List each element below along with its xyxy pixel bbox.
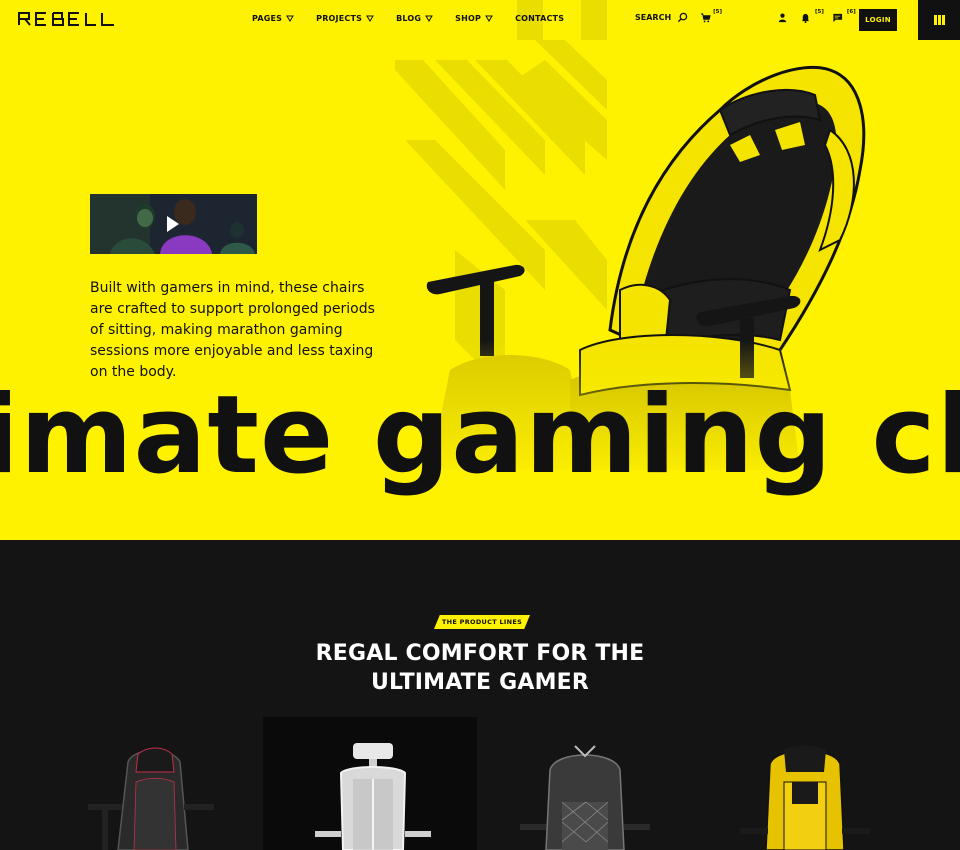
main-nav: PAGES PROJECTS BLOG SHOP CONTACTS (252, 14, 564, 23)
product-card[interactable] (700, 717, 910, 850)
section-tag: THE PRODUCT LINES (434, 615, 530, 629)
chevron-down-icon (366, 15, 374, 22)
grid-menu-icon (933, 15, 945, 25)
bell-icon[interactable] (800, 12, 811, 23)
product-image-yellow-chair (740, 745, 870, 850)
site-header: PAGES PROJECTS BLOG SHOP CONTACTS SEARCH (0, 0, 960, 40)
product-image-black-red-chair (88, 747, 214, 850)
hero-description: Built with gamers in mind, these chairs … (90, 280, 375, 380)
login-button[interactable]: LOGIN (859, 9, 897, 31)
chevron-down-icon (425, 15, 434, 22)
user-icon[interactable] (777, 12, 788, 23)
messages-count: [6] (846, 8, 856, 15)
search-button[interactable]: SEARCH (635, 13, 671, 22)
nav-item-blog[interactable]: BLOG (396, 14, 434, 23)
product-lines-section: THE PRODUCT LINES REGAL COMFORT FOR THE … (0, 540, 960, 850)
search-icon[interactable] (677, 12, 688, 23)
notifications-count: [5] (815, 8, 824, 15)
chevron-down-icon (485, 15, 493, 22)
nav-item-contacts[interactable]: CONTACTS (515, 14, 564, 23)
chat-icon[interactable] (832, 12, 843, 23)
nav-item-projects[interactable]: PROJECTS (316, 14, 374, 23)
product-image-white-mesh-chair (315, 743, 431, 850)
menu-button[interactable] (918, 0, 960, 40)
section-title: REGAL COMFORT FOR THE ULTIMATE GAMER (315, 641, 645, 695)
account-tools: [5] [6] (777, 8, 856, 23)
hero-section: PAGES PROJECTS BLOG SHOP CONTACTS SEARCH (0, 0, 960, 540)
rebell-logo[interactable] (18, 12, 118, 26)
nav-item-pages[interactable]: PAGES (252, 14, 295, 23)
hero-marquee-title: imate gaming chairs (0, 373, 960, 498)
video-thumbnail[interactable] (90, 194, 257, 254)
product-image-grey-diamond-chair (520, 745, 650, 850)
search-cart-tools: SEARCH [5] (635, 8, 723, 23)
product-card[interactable] (480, 717, 690, 850)
product-card-active[interactable] (263, 717, 477, 850)
video-preview-image (90, 194, 257, 254)
cart-count: [5] (713, 8, 723, 15)
cart-icon[interactable] (700, 12, 711, 23)
product-card[interactable] (50, 717, 260, 850)
chevron-down-icon (286, 15, 295, 22)
nav-item-shop[interactable]: SHOP (455, 14, 493, 23)
